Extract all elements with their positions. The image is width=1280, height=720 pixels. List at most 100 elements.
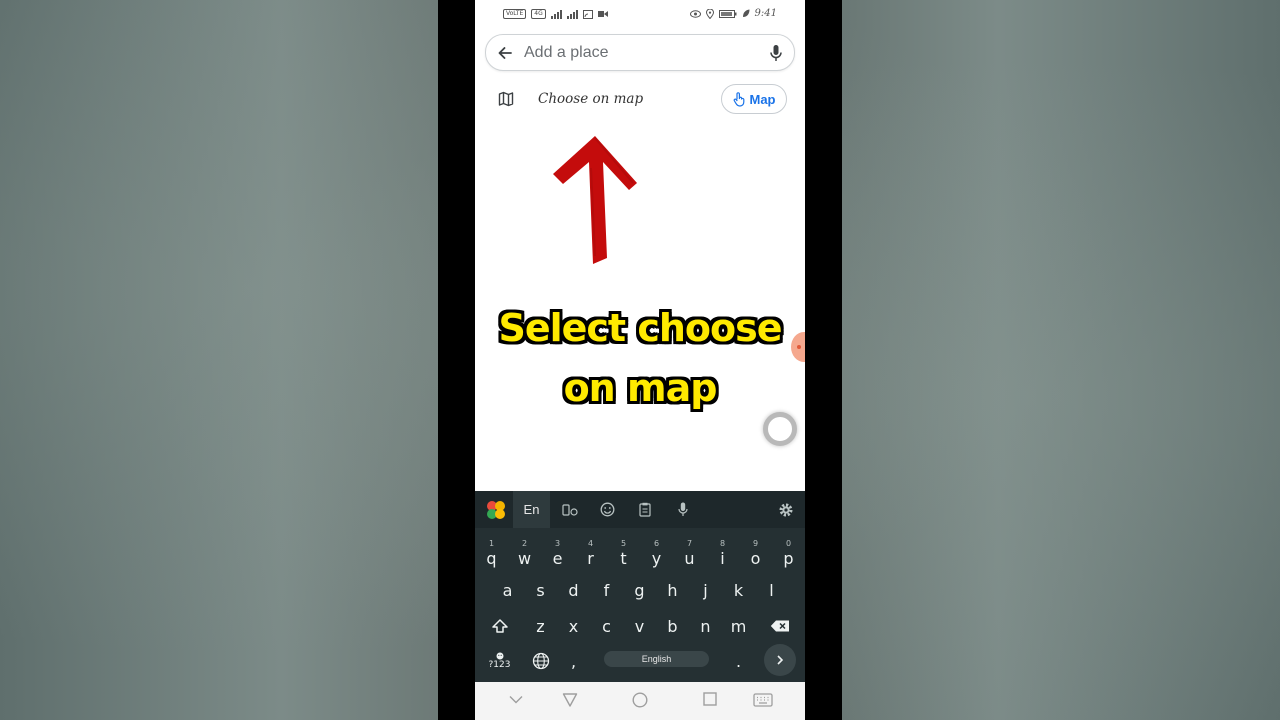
globe-key[interactable] (524, 644, 557, 678)
recents-icon[interactable] (703, 692, 717, 706)
key-u[interactable]: 7u (673, 537, 706, 571)
caption-line-1: Select choose (498, 306, 782, 350)
hand-pointer-icon (733, 91, 744, 107)
key-a[interactable]: a (491, 573, 524, 607)
letterbox-right (805, 0, 842, 720)
key-hint: 6 (653, 539, 660, 548)
key-hint: 3 (554, 539, 561, 548)
settings-icon[interactable] (769, 491, 803, 528)
signal-icon (550, 9, 562, 19)
key-label: e (552, 548, 563, 568)
key-h[interactable]: h (656, 573, 689, 607)
eye-comfort-icon (689, 9, 701, 18)
shift-key[interactable] (483, 609, 516, 643)
volte-badge: VoLTE (503, 9, 527, 19)
search-input[interactable] (522, 41, 756, 65)
key-p[interactable]: 0p (772, 537, 805, 571)
key-m[interactable]: m (722, 609, 755, 643)
status-bar: VoLTE 4G 9:41 (475, 4, 805, 26)
choose-on-map-label: Choose on map (538, 91, 644, 107)
key-o[interactable]: 9o (739, 537, 772, 571)
key-hint: 4 (587, 539, 594, 548)
cast-icon (582, 9, 593, 19)
hide-keyboard-icon[interactable] (509, 695, 523, 704)
choose-on-map-row[interactable]: Choose on map Map (475, 82, 805, 118)
backspace-key[interactable] (763, 609, 796, 643)
key-e[interactable]: 3e (541, 537, 574, 571)
phone-screen: VoLTE 4G 9:41 Choose on (475, 0, 805, 720)
battery-icon (718, 9, 737, 18)
mic-icon[interactable] (768, 44, 784, 62)
key-f[interactable]: f (590, 573, 623, 607)
back-icon[interactable] (562, 692, 578, 708)
key-hint: 7 (686, 539, 693, 548)
system-nav-bar (475, 682, 805, 720)
emoji-small-icon (496, 652, 503, 660)
status-left: VoLTE 4G (503, 9, 608, 19)
key-t[interactable]: 5t (607, 537, 640, 571)
voice-input-icon[interactable] (666, 491, 700, 528)
letterbox-left (438, 0, 475, 720)
keyboard: En 1q 2w 3e 4r 5t 6y 7u 8i 9o 0p a s d f… (475, 491, 805, 682)
key-w[interactable]: 2w (508, 537, 541, 571)
key-label: t (620, 548, 627, 568)
key-g[interactable]: g (623, 573, 656, 607)
language-tab[interactable]: En (513, 491, 550, 528)
assistive-touch-button[interactable] (763, 412, 797, 446)
floating-bubble-icon[interactable] (791, 332, 805, 362)
network-type-badge: 4G (531, 9, 546, 19)
key-hint: 8 (719, 539, 726, 548)
key-label: u (684, 548, 695, 568)
key-v[interactable]: v (623, 609, 656, 643)
search-bar[interactable] (485, 34, 795, 71)
key-d[interactable]: d (557, 573, 590, 607)
space-bar[interactable]: English (604, 651, 709, 667)
map-button-label: Map (749, 91, 776, 107)
keyboard-switch-icon[interactable] (753, 693, 773, 707)
globe-icon (532, 652, 549, 670)
key-q[interactable]: 1q (475, 537, 508, 571)
signal-icon-2 (566, 9, 578, 19)
key-label: y (651, 548, 662, 568)
key-hint: 1 (488, 539, 495, 548)
key-y[interactable]: 6y (640, 537, 673, 571)
keyboard-layout-icon[interactable] (553, 491, 587, 528)
next-key[interactable] (764, 644, 796, 676)
key-j[interactable]: j (689, 573, 722, 607)
key-c[interactable]: c (590, 609, 623, 643)
key-label: o (750, 548, 761, 568)
video-record-icon (597, 11, 608, 17)
key-label: w (517, 548, 532, 568)
key-hint: 0 (785, 539, 792, 548)
key-n[interactable]: n (689, 609, 722, 643)
symbols-key[interactable]: ?123 (483, 644, 516, 678)
map-icon (498, 91, 514, 107)
status-right: 9:41 (689, 8, 777, 19)
clock: 9:41 (754, 8, 777, 19)
leaf-icon (742, 9, 750, 17)
shift-icon (491, 619, 508, 633)
chevron-right-icon (777, 655, 784, 665)
back-arrow-icon[interactable] (496, 44, 514, 62)
clipboard-icon[interactable] (628, 491, 662, 528)
app-grid-icon[interactable] (479, 491, 513, 528)
key-k[interactable]: k (722, 573, 755, 607)
emoji-icon[interactable] (590, 491, 624, 528)
location-icon (705, 8, 714, 19)
key-x[interactable]: x (557, 609, 590, 643)
key-r[interactable]: 4r (574, 537, 607, 571)
key-s[interactable]: s (524, 573, 557, 607)
key-i[interactable]: 8i (706, 537, 739, 571)
key-l[interactable]: l (755, 573, 788, 607)
home-icon[interactable] (632, 692, 648, 708)
key-hint: 2 (521, 539, 528, 548)
key-hint: 5 (620, 539, 627, 548)
period-key[interactable]: . (722, 644, 755, 678)
map-button[interactable]: Map (721, 84, 787, 114)
key-b[interactable]: b (656, 609, 689, 643)
comma-key[interactable]: , (557, 644, 590, 678)
key-z[interactable]: z (524, 609, 557, 643)
backspace-icon (770, 620, 789, 632)
key-label: r (587, 548, 594, 568)
caption-line-2: on map (563, 366, 718, 410)
